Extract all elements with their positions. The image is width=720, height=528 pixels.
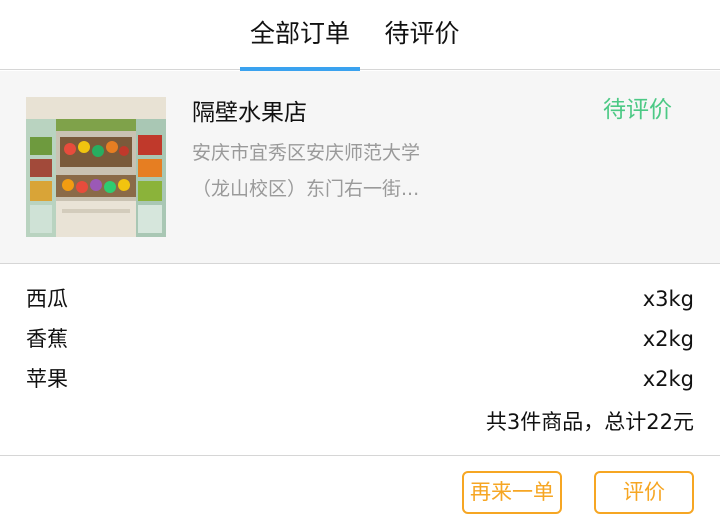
store-card[interactable]: 隔壁水果店 待评价 安庆市宜秀区安庆师范大学（龙山校区）东门右一街... bbox=[0, 71, 720, 264]
item-name: 西瓜 bbox=[26, 287, 68, 311]
order-tabs: 全部订单 待评价 bbox=[0, 0, 720, 71]
store-address: 安庆市宜秀区安庆师范大学（龙山校区）东门右一街... bbox=[192, 142, 421, 200]
item-name: 香蕉 bbox=[26, 327, 68, 351]
tab-pending-review[interactable]: 待评价 bbox=[372, 0, 472, 70]
item-quantity: x2kg bbox=[642, 367, 694, 391]
order-summary: 共3件商品，总计22元 bbox=[485, 410, 694, 434]
store-name: 隔壁水果店 bbox=[192, 100, 307, 126]
list-item: 苹果 x2kg bbox=[26, 359, 694, 399]
item-quantity: x3kg bbox=[642, 287, 694, 311]
list-item: 西瓜 x3kg bbox=[26, 279, 694, 319]
tab-pending-review-label: 待评价 bbox=[384, 19, 460, 48]
order-status: 待评价 bbox=[603, 97, 672, 123]
item-name: 苹果 bbox=[26, 367, 68, 391]
tab-all-orders-label: 全部订单 bbox=[249, 19, 350, 48]
list-item: 香蕉 x2kg bbox=[26, 319, 694, 359]
reorder-button[interactable]: 再来一单 bbox=[462, 471, 562, 514]
item-quantity: x2kg bbox=[642, 327, 694, 351]
store-image bbox=[26, 97, 166, 237]
tab-all-orders[interactable]: 全部订单 bbox=[240, 0, 360, 71]
order-items: 西瓜 x3kg 香蕉 x2kg 苹果 x2kg 共3件商品，总计22元 bbox=[0, 265, 720, 456]
review-button[interactable]: 评价 bbox=[594, 471, 694, 514]
order-actions: 再来一单 评价 bbox=[0, 457, 720, 528]
